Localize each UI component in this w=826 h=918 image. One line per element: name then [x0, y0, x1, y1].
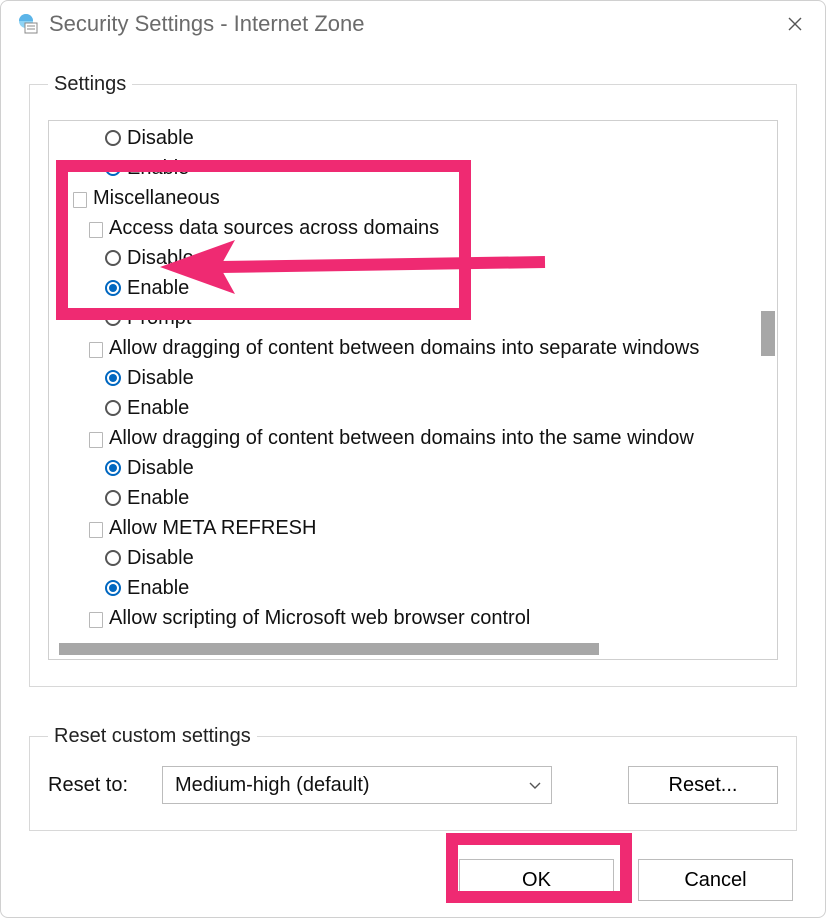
button-label: Cancel: [684, 869, 746, 892]
reset-to-label: Reset to:: [48, 774, 138, 797]
option-label: Enable: [127, 153, 189, 183]
internet-options-icon: [15, 12, 39, 36]
dialog-buttons: OK Cancel: [29, 859, 797, 901]
option-label: Prompt: [127, 303, 191, 333]
window-title: Security Settings - Internet Zone: [49, 11, 773, 37]
radio-icon: [105, 580, 121, 596]
page-icon: [89, 612, 103, 628]
radio-icon: [105, 490, 121, 506]
cancel-button[interactable]: Cancel: [638, 859, 793, 901]
settings-tree: Disable Enable Miscellaneous Access data…: [48, 120, 778, 660]
radio-icon: [105, 550, 121, 566]
radio-option[interactable]: Enable: [73, 393, 759, 423]
radio-icon: [105, 370, 121, 386]
setting-label: Allow dragging of content between domain…: [109, 333, 699, 363]
radio-icon: [105, 160, 121, 176]
radio-icon: [105, 130, 121, 146]
page-icon: [89, 432, 103, 448]
page-icon: [89, 342, 103, 358]
radio-option[interactable]: Prompt: [73, 303, 759, 333]
option-label: Enable: [127, 273, 189, 303]
category-miscellaneous: Miscellaneous: [73, 183, 759, 213]
radio-option[interactable]: Disable: [73, 123, 759, 153]
radio-option[interactable]: Enable: [73, 273, 759, 303]
option-label: Disable: [127, 363, 194, 393]
titlebar: Security Settings - Internet Zone: [1, 1, 825, 47]
radio-option[interactable]: Disable: [73, 453, 759, 483]
setting-label: Allow META REFRESH: [109, 513, 316, 543]
setting-drag-separate-windows: Allow dragging of content between domain…: [73, 333, 759, 363]
radio-icon: [105, 280, 121, 296]
horizontal-scroll-thumb[interactable]: [59, 643, 599, 655]
radio-option[interactable]: Enable: [73, 153, 759, 183]
category-label: Miscellaneous: [93, 183, 220, 213]
reset-button[interactable]: Reset...: [628, 766, 778, 804]
option-label: Disable: [127, 453, 194, 483]
button-label: OK: [522, 869, 551, 892]
settings-legend: Settings: [48, 73, 132, 96]
radio-option[interactable]: Disable: [73, 543, 759, 573]
setting-access-data-sources: Access data sources across domains: [73, 213, 759, 243]
radio-icon: [105, 460, 121, 476]
page-icon: [89, 522, 103, 538]
security-settings-window: Security Settings - Internet Zone Settin…: [0, 0, 826, 918]
button-label: Reset...: [669, 774, 738, 797]
radio-icon: [105, 310, 121, 326]
page-icon: [73, 192, 87, 208]
vertical-scroll-thumb[interactable]: [761, 311, 775, 356]
reset-group: Reset custom settings Reset to: Medium-h…: [29, 725, 797, 831]
option-label: Enable: [127, 393, 189, 423]
option-label: Disable: [127, 243, 194, 273]
close-button[interactable]: [773, 4, 817, 44]
horizontal-scrollbar[interactable]: [49, 641, 759, 657]
radio-option[interactable]: Disable: [73, 243, 759, 273]
option-label: Disable: [127, 543, 194, 573]
setting-scripting-web-browser-control: Allow scripting of Microsoft web browser…: [73, 603, 759, 633]
option-label: Disable: [127, 123, 194, 153]
chevron-down-icon: [529, 777, 541, 793]
radio-icon: [105, 250, 121, 266]
setting-drag-same-window: Allow dragging of content between domain…: [73, 423, 759, 453]
option-label: Enable: [127, 483, 189, 513]
option-label: Enable: [127, 573, 189, 603]
setting-label: Access data sources across domains: [109, 213, 439, 243]
setting-label: Allow scripting of Microsoft web browser…: [109, 603, 530, 633]
setting-meta-refresh: Allow META REFRESH: [73, 513, 759, 543]
vertical-scrollbar[interactable]: [759, 121, 775, 637]
setting-label: Allow dragging of content between domain…: [109, 423, 694, 453]
client-area: Settings Disable Enable Miscellaneous: [1, 47, 825, 917]
radio-icon: [105, 400, 121, 416]
settings-tree-viewport[interactable]: Disable Enable Miscellaneous Access data…: [49, 121, 759, 637]
settings-group: Settings Disable Enable Miscellaneous: [29, 73, 797, 687]
reset-legend: Reset custom settings: [48, 725, 257, 748]
radio-option[interactable]: Enable: [73, 483, 759, 513]
dropdown-selected: Medium-high (default): [175, 774, 370, 797]
reset-level-dropdown[interactable]: Medium-high (default): [162, 766, 552, 804]
page-icon: [89, 222, 103, 238]
radio-option[interactable]: Disable: [73, 363, 759, 393]
radio-option[interactable]: Enable: [73, 573, 759, 603]
ok-button[interactable]: OK: [459, 859, 614, 901]
